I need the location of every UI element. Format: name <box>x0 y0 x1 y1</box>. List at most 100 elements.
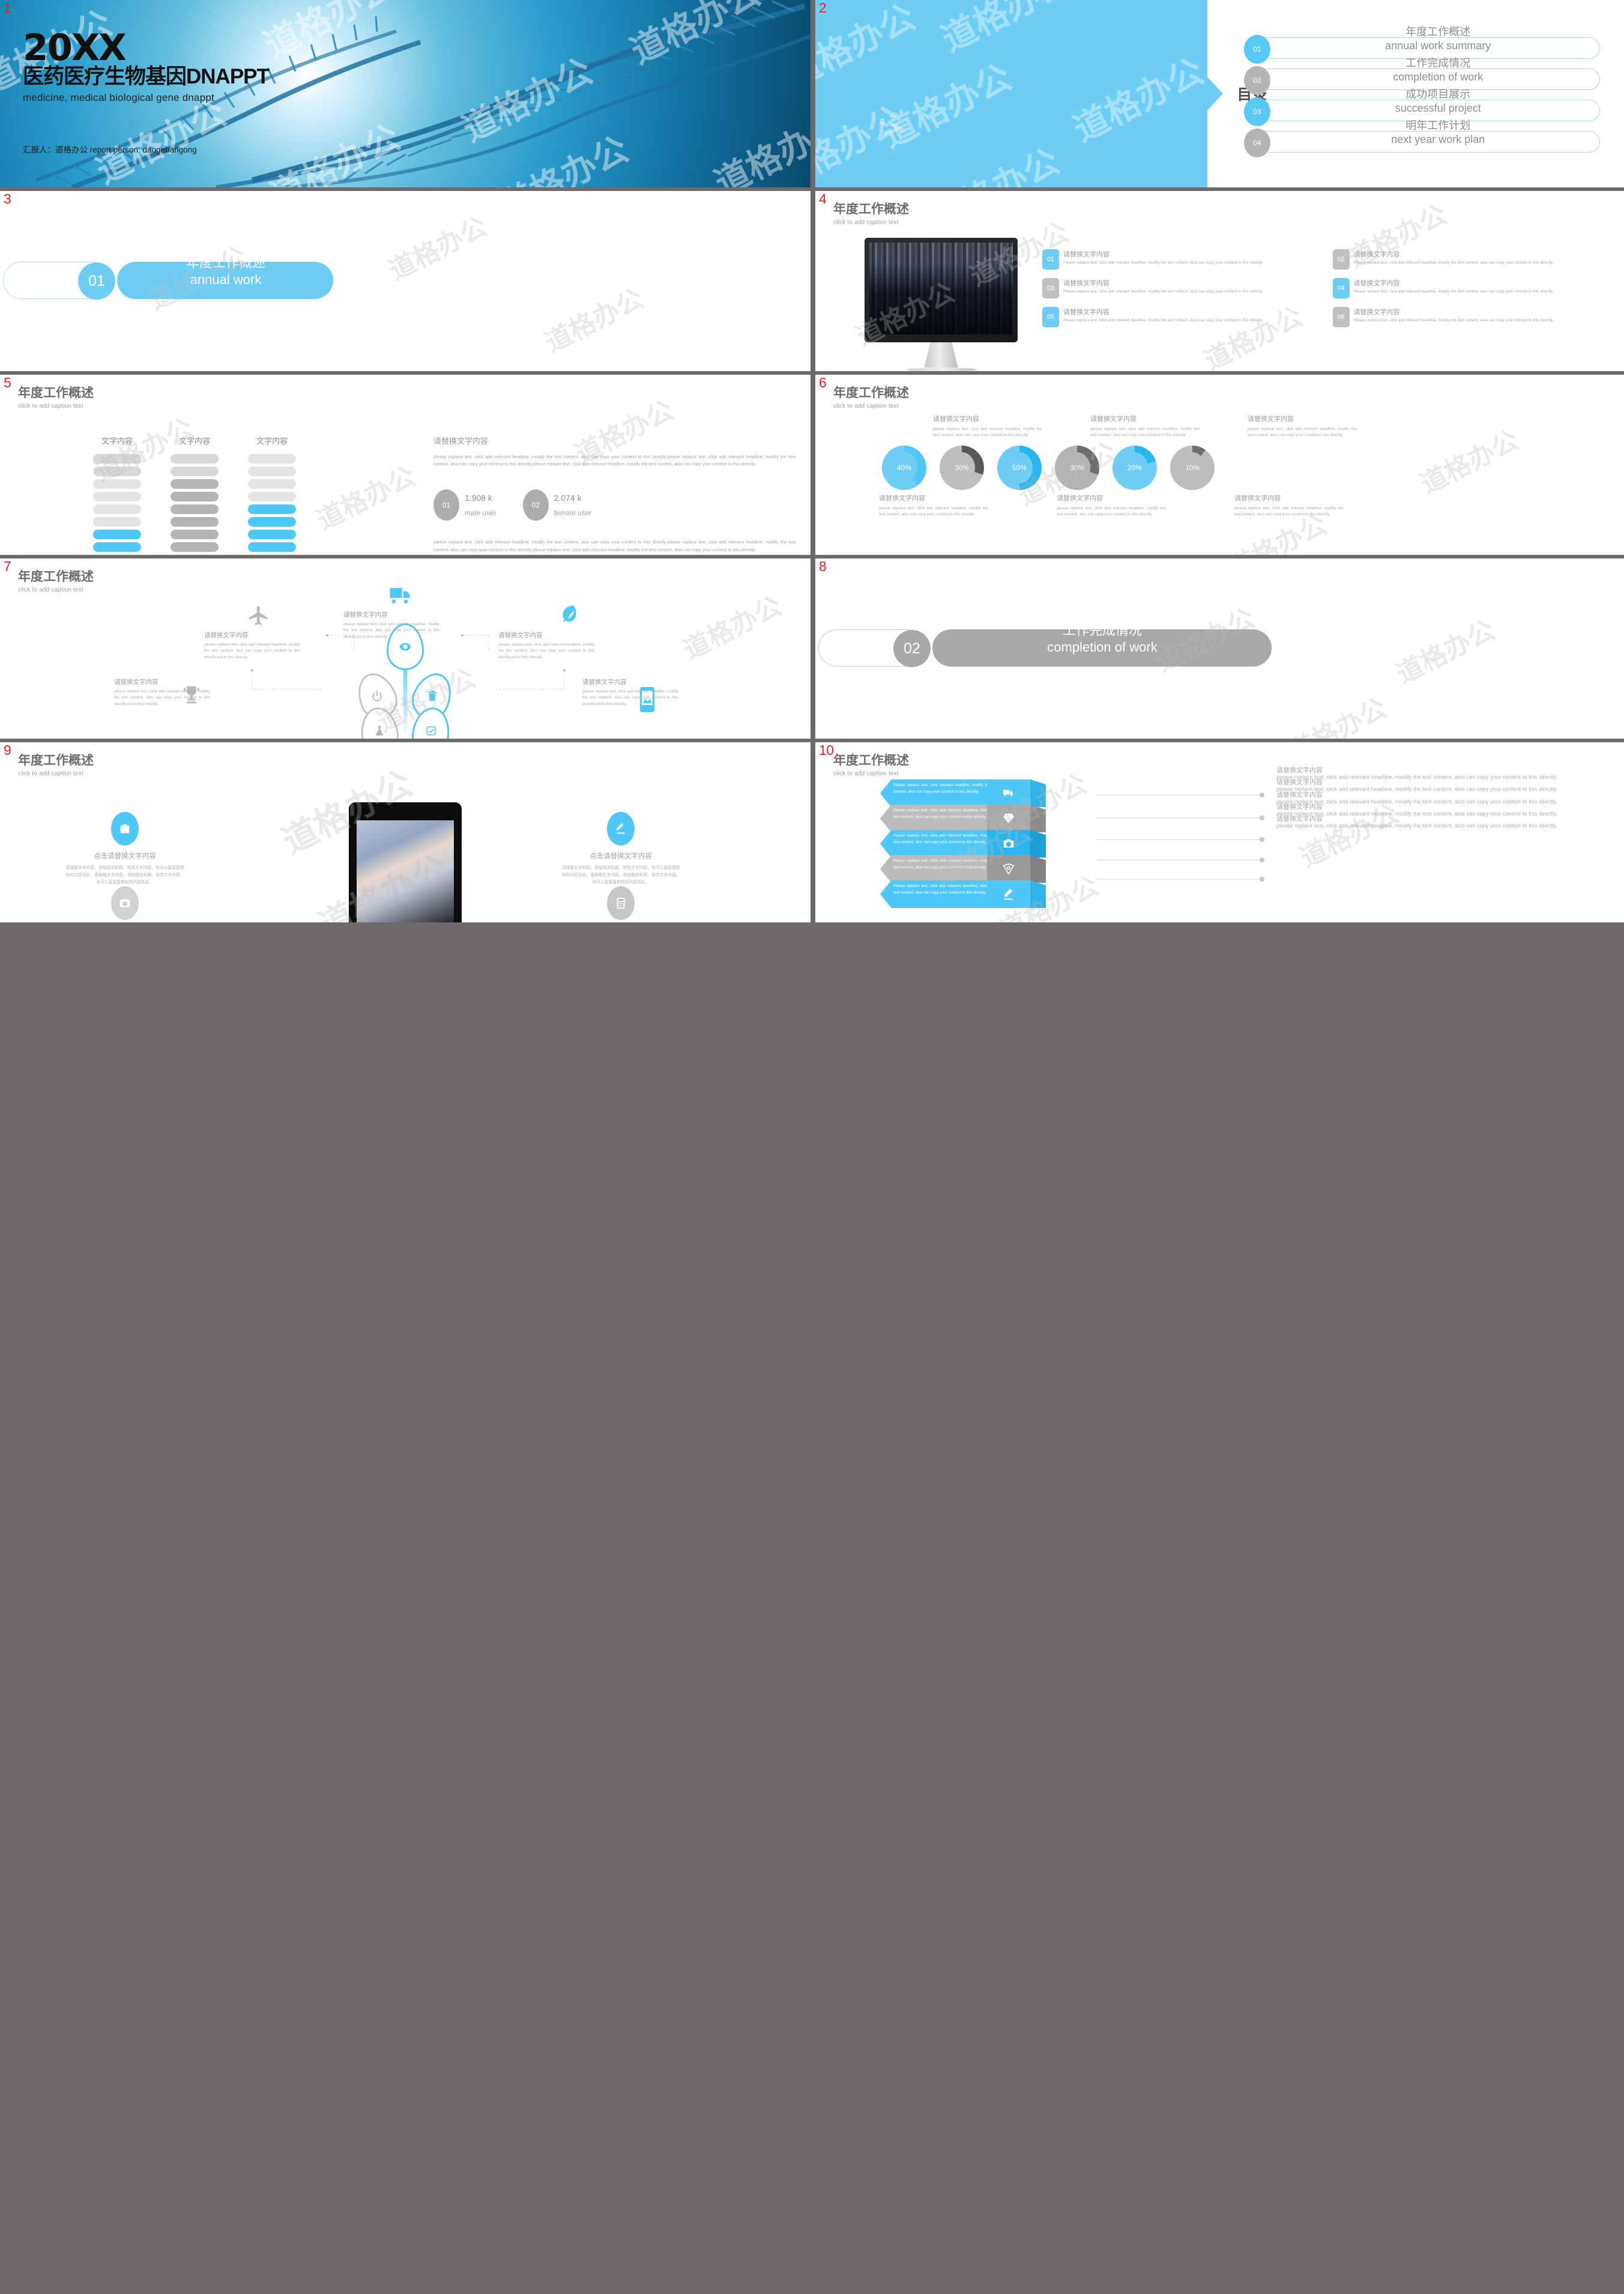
feature-item-01[interactable]: 01 请替换文字内容 Please replace text, click add … <box>1042 249 1321 270</box>
caption-body: please replace text, click add relevant … <box>343 622 439 639</box>
caption-body: please replace text, click add relevant … <box>204 643 300 659</box>
slide-1-cover[interactable]: 道格办公 道格办公 道格办公 道格办公 道格办公 道格办公 道格办公 道格办公 … <box>0 0 810 187</box>
cityscape-image <box>869 243 1013 334</box>
cube-face <box>987 779 1030 807</box>
cube-right-item-2: 请替换文字内容 please replace text, click add re… <box>1276 779 1612 794</box>
item-heading: 请替换文字内容 <box>1063 309 1109 316</box>
feature-item-03[interactable]: 03 请替换文字内容 Please replace text, click add … <box>1042 278 1321 298</box>
item-heading: 请替换文字内容 <box>1353 280 1400 287</box>
tablet-item-1[interactable]: 点击请替换文字内容 请替换文字内容，添加相关标题，修改文字内容，也可以直接复制你… <box>65 812 185 886</box>
toc-item-03[interactable]: 03 成功项目展示 successful project <box>1243 88 1600 126</box>
bar <box>93 517 141 527</box>
tablet-item-4[interactable]: 点击请替换文字内容 请替换文字内容，添加相关标题，修改文字内容，也可以直接复制你… <box>561 886 681 922</box>
slide-header: 年度工作概述 click to add caption text <box>833 199 909 226</box>
page-title: 年度工作概述 <box>18 754 94 767</box>
item-body: please replace text, click add relevant … <box>1276 810 1558 817</box>
caption-body: please replace text, click add relevant … <box>582 689 678 706</box>
slide-6-donut-charts[interactable]: 年度工作概述 click to add caption text 道格办公 道格… <box>815 375 1624 555</box>
slide-3-section-divider[interactable]: 道格办公 道格办公 道格办公 01 年度工作概述 annual work 3 <box>0 191 810 371</box>
bar <box>248 504 296 514</box>
caption-heading: 请替换文字内容 <box>204 632 249 639</box>
bar <box>171 467 219 476</box>
feature-item-04[interactable]: 04 请替换文字内容 Please replace text, click add … <box>1332 278 1611 298</box>
cube-row-2[interactable]: Please replace text, click add relevant … <box>880 805 1078 832</box>
donut-caption: 请替换文字内容 please replace text, click add re… <box>879 493 988 518</box>
bar <box>171 504 219 514</box>
bars-side-panel: 请替换文字内容 please replace text, click add r… <box>433 435 795 554</box>
slide-5-bar-columns[interactable]: 年度工作概述 click to add caption text 道格办公 道格… <box>0 375 810 555</box>
feature-item-05[interactable]: 05 请替换文字内容 Please replace text, click add … <box>1042 307 1321 327</box>
bar <box>93 530 141 539</box>
item-body: please replace text, click add relevant … <box>1276 786 1558 793</box>
watermark-text: 道格办公 <box>1067 50 1208 150</box>
pen-icon <box>607 812 635 846</box>
caption-body: please replace text, click add relevant … <box>879 506 988 517</box>
bar <box>248 530 296 539</box>
toc-item-02[interactable]: 02 工作完成情况 completion of work <box>1243 57 1600 95</box>
slide-8-section-divider[interactable]: 道格办公 道格办公 道格办公 02 工作完成情况 completion of wo… <box>815 558 1624 739</box>
toc-pill <box>1254 100 1600 121</box>
cube-arrow-label: Please replace text, click add relevant … <box>880 830 1004 858</box>
slide-number: 10 <box>819 742 834 758</box>
section-index: 01 <box>78 262 115 300</box>
donut-caption: 请替换文字内容 please replace text, click add re… <box>1234 493 1344 518</box>
item-heading: 点击请替换文字内容 <box>94 853 156 860</box>
page-title: 年度工作概述 <box>833 754 909 767</box>
cube-row-3[interactable]: Please replace text, click add relevant … <box>880 830 1078 858</box>
feature-item-02[interactable]: 02 请替换文字内容 Please replace text, click add … <box>1332 249 1611 270</box>
slide-10-cube-diagram[interactable]: 年度工作概述 click to add caption text 道格办公 道格… <box>815 742 1624 922</box>
column-header: 文字内容 <box>256 437 288 446</box>
watermark-text: 道格办公 <box>1284 692 1392 739</box>
caption-heading: 请替换文字内容 <box>582 679 627 686</box>
item-heading: 请替换文字内容 <box>1276 803 1323 811</box>
column-header: 文字内容 <box>178 437 210 446</box>
item-body: Please replace text, click add relevant … <box>1063 261 1264 265</box>
item-heading: 请替换文字内容 <box>1276 816 1323 823</box>
slide-number: 3 <box>4 191 11 207</box>
slide-header: 年度工作概述 click to add caption text <box>18 751 94 777</box>
bar <box>171 479 219 489</box>
camera-icon <box>111 886 139 920</box>
feature-item-06[interactable]: 06 请替换文字内容 Please replace text, click add … <box>1332 307 1611 327</box>
tablet-item-2[interactable]: 点击请替换文字内容 请替换文字内容，添加相关标题，修改文字内容，也可以直接复制你… <box>561 812 681 886</box>
slide-4-monitor-list[interactable]: 年度工作概述 click to add caption text 道格办公 道格… <box>815 191 1624 371</box>
page-title: 年度工作概述 <box>833 202 909 216</box>
bar <box>93 504 141 514</box>
ppt-preview-deck: 道格办公 道格办公 道格办公 道格办公 道格办公 道格办公 道格办公 道格办公 … <box>0 0 1624 2294</box>
page-caption: click to add caption text <box>18 770 83 777</box>
slide-9-tablet-features[interactable]: 年度工作概述 click to add caption text 道格办公 道格… <box>0 742 810 922</box>
item-index: 02 <box>1332 249 1350 270</box>
truck-icon <box>387 583 413 609</box>
cube-arrow-label: Please replace text, click add relevant … <box>880 855 1004 883</box>
bar <box>248 517 296 527</box>
toc-item-01[interactable]: 01 年度工作概述 annual work summary <box>1243 26 1600 64</box>
leaf-icon <box>557 602 580 625</box>
donut-bottom-captions: 请替换文字内容 please replace text, click add re… <box>879 493 1609 518</box>
slide-7-tree-diagram[interactable]: 年度工作概述 click to add caption text 道格办公 道格… <box>0 558 810 739</box>
slide-number: 9 <box>4 742 11 758</box>
tablet-item-3[interactable]: 点击请替换文字内容 请替换文字内容，添加相关标题，修改文字内容，也可以直接复制你… <box>65 886 185 922</box>
toc-item-04[interactable]: 04 明年工作计划 next year work plan <box>1243 120 1600 157</box>
item-body: please replace text, click add relevant … <box>1276 798 1558 805</box>
stat-label: female user <box>554 508 592 517</box>
cube-arrow-label: Please replace text, click add relevant … <box>880 805 1004 832</box>
cube-row-5[interactable]: Please replace text, click add relevant … <box>880 880 1078 908</box>
watermark-text: 道格办公 <box>875 56 1018 156</box>
bar <box>171 542 219 552</box>
donut-chart-row: 40% 30% 50% 30% 20% 10% <box>875 446 1221 490</box>
cube-row-4[interactable]: Please replace text, click add relevant … <box>880 855 1078 883</box>
donut-chart: 50% <box>991 446 1048 490</box>
slide-header: 年度工作概述 click to add caption text <box>833 751 909 777</box>
bar <box>248 454 296 464</box>
slide-2-table-of-contents[interactable]: 道格办公 道格办公 道格办公 道格办公 道格办公 道格办公 目录 01 年度工作… <box>815 0 1624 187</box>
calculator-icon <box>607 886 635 920</box>
tree-caption-trophy: 请替换文字内容 please replace text, click add r… <box>114 677 210 707</box>
tree-caption-mobile: 请替换文字内容 please replace text, click add r… <box>582 677 678 707</box>
feature-grid: 01 请替换文字内容 Please replace text, click add … <box>1042 249 1611 327</box>
donut-chart: 30% <box>933 446 991 490</box>
cube-side <box>1030 805 1046 832</box>
panel-paragraph-top: please replace text, click add relevant … <box>433 454 795 467</box>
cube-row-1[interactable]: Please replace text, click relevant head… <box>880 779 1078 807</box>
caption-body: please replace text, click add relevant … <box>114 689 210 706</box>
donut-value: 10% <box>1179 452 1206 483</box>
